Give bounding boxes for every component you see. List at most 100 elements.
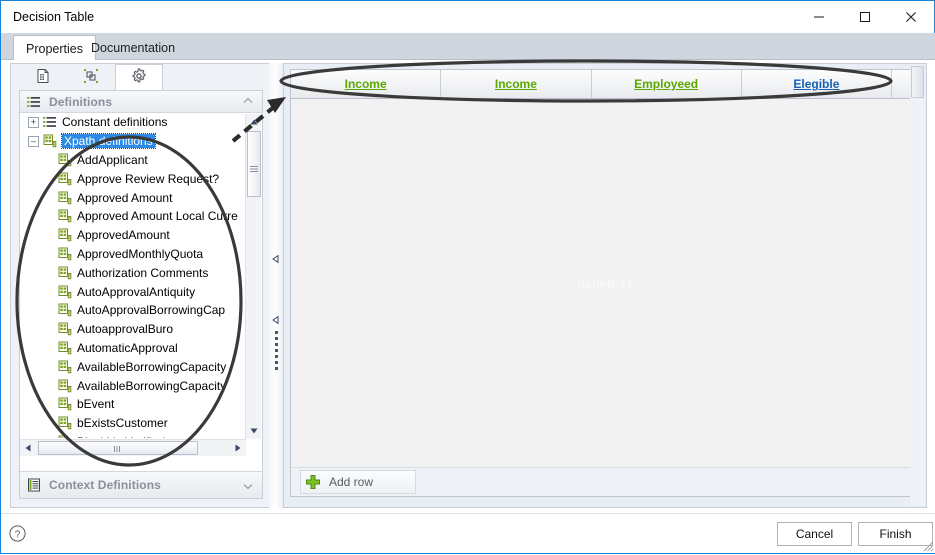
tree-hscrollbar-thumb[interactable] (38, 441, 198, 455)
xpath-item-icon (58, 228, 72, 242)
tree-item[interactable]: bEvent (20, 395, 245, 414)
tree-item[interactable]: – Xpath definitions (20, 132, 245, 151)
tree-item-label: ApprovedMonthlyQuota (77, 246, 204, 261)
add-row-label: Add row (329, 475, 374, 489)
panel-watermark: panelEx1 (577, 276, 634, 291)
help-icon[interactable]: ? (9, 525, 26, 542)
tree-item[interactable]: Approve Review Request? (20, 169, 245, 188)
tree-item[interactable]: AutomaticApproval (20, 339, 245, 358)
tree-item[interactable]: ApprovedMonthlyQuota (20, 245, 245, 264)
tree-item[interactable]: AutoApprovalAntiquity (20, 282, 245, 301)
tree-item[interactable]: + Constant definitions (20, 113, 245, 132)
window-title: Decision Table (13, 10, 95, 24)
tree-scrollbar-thumb[interactable] (247, 131, 261, 197)
scroll-up-arrow-icon[interactable] (246, 114, 262, 130)
scrollbar-grip-icon (114, 441, 122, 455)
decision-table-column-header[interactable]: Income (441, 70, 592, 98)
context-definitions-icon (27, 478, 41, 492)
tree-item[interactable]: AutoApprovalBorrowingCap (20, 301, 245, 320)
minimize-button[interactable] (796, 1, 842, 33)
xpath-item-icon (58, 435, 72, 438)
resize-grip-icon[interactable] (920, 538, 934, 552)
xpath-item-icon (58, 341, 72, 355)
tree-item[interactable]: BlackListVerified (20, 433, 245, 438)
scroll-left-arrow-icon[interactable] (20, 440, 36, 456)
component-icon (83, 68, 99, 87)
xpath-item-icon (58, 303, 72, 317)
tree-item-label: Approved Amount (77, 190, 173, 205)
scroll-right-arrow-icon[interactable] (230, 440, 246, 456)
title-bar: Decision Table (1, 1, 934, 33)
chevron-up-icon[interactable] (242, 95, 254, 107)
tree-item-label: AutoapprovalBuro (77, 322, 174, 337)
tree-item-label: AutoApprovalAntiquity (77, 284, 196, 299)
collapse-icon[interactable]: – (28, 135, 39, 147)
tree-item-label: Authorization Comments (77, 265, 209, 280)
tree-horizontal-scrollbar[interactable] (20, 439, 246, 456)
definitions-panel-tabs (11, 64, 269, 90)
close-button[interactable] (888, 1, 934, 33)
tree-item-label: AutomaticApproval (77, 340, 178, 355)
decision-table-column-header[interactable]: Employeed (591, 70, 742, 98)
tree-item-label: AvailableBorrowingCapacity (77, 378, 227, 393)
xpath-item-icon (58, 247, 72, 261)
tree-item-label: Xpath definitions (61, 133, 156, 150)
splitter-collapse-arrow-top-icon[interactable] (272, 254, 279, 265)
tree-item[interactable]: Approved Amount (20, 188, 245, 207)
content-area: Definitions + Constant definitions – Xpath … (1, 60, 935, 515)
decision-table-column-header[interactable]: Income (291, 70, 442, 98)
context-definitions-accordion-header[interactable]: Context Definitions (20, 471, 262, 498)
decision-table-header-row: Income Income Employeed Elegible (291, 70, 918, 99)
tree-item-label: Approved Amount Local Curre (77, 209, 238, 224)
tree-item[interactable]: ApprovedAmount (20, 226, 245, 245)
plus-icon (305, 474, 321, 490)
tree-item[interactable]: Authorization Comments (20, 263, 245, 282)
tree-item[interactable]: AvailableBorrowingCapacity (20, 357, 245, 376)
scroll-down-arrow-icon[interactable] (246, 423, 262, 439)
xpath-item-icon (58, 191, 72, 205)
definitions-list-icon (27, 95, 41, 109)
definitions-accordion: Definitions + Constant definitions – Xpath … (19, 90, 263, 499)
column-header-label: Income (344, 77, 387, 91)
add-row-button[interactable]: Add row (300, 470, 416, 494)
xpath-item-icon (58, 266, 72, 280)
splitter-collapse-arrow-bottom-icon[interactable] (272, 315, 279, 326)
tree-item-label: Constant definitions (62, 115, 168, 130)
tab-documentation[interactable]: Documentation (79, 35, 187, 61)
definitions-accordion-header[interactable]: Definitions (20, 91, 262, 113)
splitter-grip-icon (275, 331, 278, 373)
cancel-button[interactable]: Cancel (777, 522, 852, 546)
tree-item[interactable]: Approved Amount Local Curre (20, 207, 245, 226)
definitions-tree-container: + Constant definitions – Xpath definitions A… (20, 113, 262, 456)
xpath-item-icon (58, 360, 72, 374)
chevron-down-icon[interactable] (242, 480, 254, 492)
tree-item[interactable]: AutoapprovalBuro (20, 320, 245, 339)
decision-table-body[interactable]: panelEx1 (291, 99, 920, 468)
tree-vertical-scrollbar[interactable] (245, 114, 261, 439)
definitions-tree[interactable]: + Constant definitions – Xpath definitions A… (20, 113, 245, 438)
dialog-footer: ? Cancel Finish (1, 513, 935, 553)
definitions-panel: Definitions + Constant definitions – Xpath … (10, 63, 270, 508)
context-definitions-title: Context Definitions (49, 478, 161, 492)
xpath-item-icon (58, 285, 72, 299)
column-header-label: Elegible (793, 77, 840, 91)
decision-table-grid: Income Income Employeed Elegible panelEx1 A… (290, 69, 920, 497)
xpath-item-icon (58, 322, 72, 336)
tab-settings[interactable] (115, 64, 163, 90)
column-header-label: Income (494, 77, 537, 91)
tab-document[interactable] (19, 64, 67, 90)
svg-text:?: ? (15, 529, 21, 540)
tree-item[interactable]: bExistsCustomer (20, 414, 245, 433)
decision-table-column-header[interactable]: Elegible (741, 70, 892, 98)
maximize-button[interactable] (842, 1, 888, 33)
tree-item[interactable]: AddApplicant (20, 151, 245, 170)
decision-table-scrollbar-thumb[interactable] (911, 66, 924, 98)
tree-item[interactable]: AvailableBorrowingCapacity (20, 376, 245, 395)
expand-icon[interactable]: + (28, 116, 39, 128)
gear-icon (131, 68, 147, 87)
tab-component[interactable] (67, 64, 115, 90)
decision-table-vertical-scrollbar[interactable] (910, 65, 925, 506)
decision-table-panel: Income Income Employeed Elegible panelEx1 A… (283, 63, 927, 508)
panel-splitter[interactable] (269, 63, 283, 508)
tree-item-label: AutoApprovalBorrowingCap (77, 303, 226, 318)
